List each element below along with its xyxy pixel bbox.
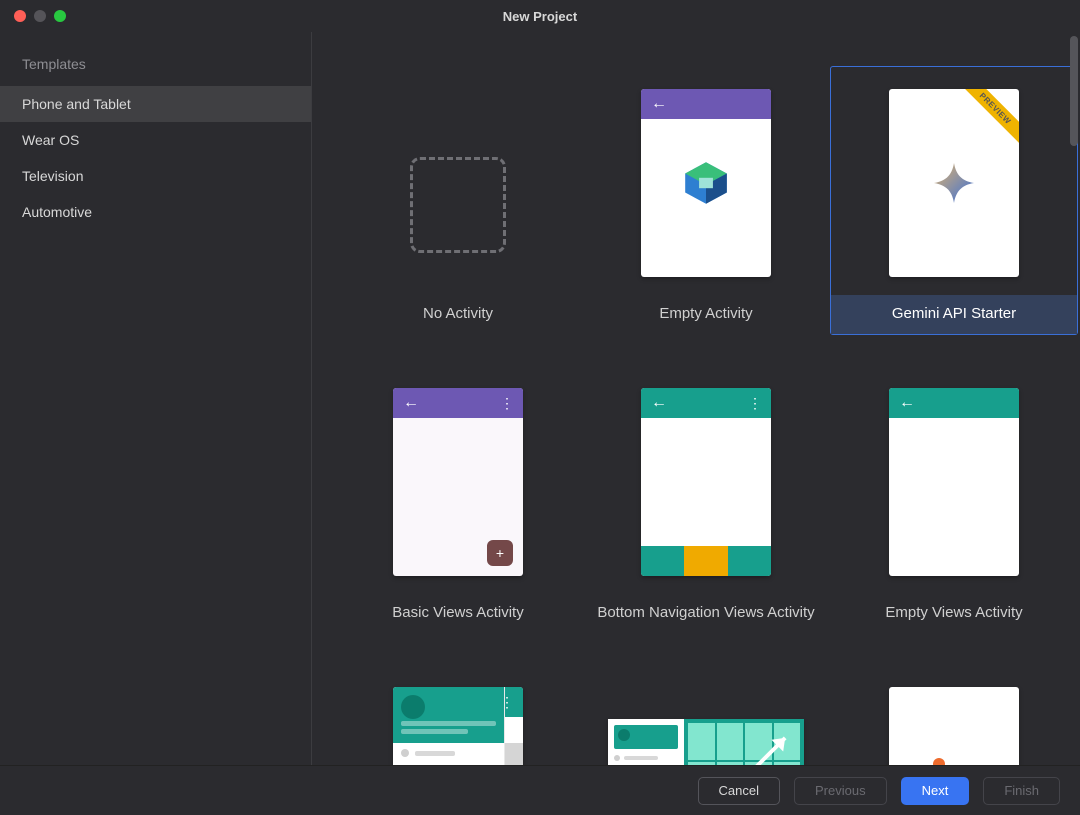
next-button[interactable]: Next [901, 777, 970, 805]
finish-button: Finish [983, 777, 1060, 805]
nav-drawer-preview [393, 687, 505, 765]
template-card-navigation-drawer[interactable]: ⋮ [334, 664, 582, 765]
dashed-placeholder-icon [410, 157, 506, 253]
sidebar-item-label: Wear OS [22, 132, 79, 148]
button-label: Next [922, 783, 949, 798]
template-card-responsive-views[interactable] [582, 664, 830, 765]
previous-button: Previous [794, 777, 887, 805]
vertical-scrollbar[interactable] [1070, 36, 1078, 146]
template-label: Empty Views Activity [831, 594, 1077, 633]
template-card-empty-activity[interactable]: ← Empty Activity [582, 66, 830, 335]
minimize-window-button[interactable] [34, 10, 46, 22]
responsive-grid-icon [684, 719, 804, 765]
sidebar-item-wear-os[interactable]: Wear OS [0, 122, 311, 158]
dialog-footer: Cancel Previous Next Finish [0, 765, 1080, 815]
template-label: Basic Views Activity [335, 594, 581, 633]
overflow-menu-icon: ⋮ [500, 395, 513, 412]
template-card-gemini-api-starter[interactable]: PREVIEW Gemini API Starter [830, 66, 1078, 335]
sidebar-item-phone-and-tablet[interactable]: Phone and Tablet [0, 86, 311, 122]
template-label: Gemini API Starter [831, 295, 1077, 334]
zoom-window-button[interactable] [54, 10, 66, 22]
button-label: Previous [815, 783, 866, 798]
gemini-star-icon [934, 163, 974, 203]
sidebar-item-label: Automotive [22, 204, 92, 220]
gamepad-icon [919, 758, 989, 765]
back-arrow-icon: ← [403, 394, 419, 412]
preview-badge: PREVIEW [951, 89, 1019, 152]
back-arrow-icon: ← [651, 95, 667, 113]
sidebar-item-label: Phone and Tablet [22, 96, 131, 112]
titlebar: New Project [0, 0, 1080, 32]
resize-arrow-icon [695, 730, 793, 765]
template-card-empty-views-activity[interactable]: ← Empty Views Activity [830, 365, 1078, 634]
back-arrow-icon: ← [651, 394, 667, 412]
template-label: Empty Activity [583, 295, 829, 334]
template-card-no-activity[interactable]: No Activity [334, 66, 582, 335]
template-label: Bottom Navigation Views Activity [583, 594, 829, 633]
tablet-sidebar-preview [608, 719, 684, 765]
fab-add-icon: + [487, 540, 513, 566]
cancel-button[interactable]: Cancel [698, 777, 780, 805]
compose-logo-icon [680, 157, 732, 209]
template-label: No Activity [335, 295, 581, 334]
window-title: New Project [503, 9, 577, 24]
template-card-basic-views-activity[interactable]: ← ⋮ + Basic Views Activity [334, 365, 582, 634]
sidebar-item-label: Television [22, 168, 83, 184]
sidebar-item-automotive[interactable]: Automotive [0, 194, 311, 230]
templates-sidebar: Templates Phone and Tablet Wear OS Telev… [0, 32, 312, 765]
close-window-button[interactable] [14, 10, 26, 22]
bottom-nav-icon [641, 546, 771, 576]
template-gallery: No Activity ← Empty Activity [312, 32, 1080, 765]
sidebar-title: Templates [0, 56, 311, 86]
window-controls [14, 10, 66, 22]
template-card-game-activity[interactable] [830, 664, 1078, 765]
template-card-bottom-navigation-views-activity[interactable]: ← ⋮ Bottom Navigation Views Activity [582, 365, 830, 634]
sidebar-item-television[interactable]: Television [0, 158, 311, 194]
button-label: Cancel [719, 783, 759, 798]
overflow-menu-icon: ⋮ [748, 395, 761, 412]
button-label: Finish [1004, 783, 1039, 798]
back-arrow-icon: ← [899, 394, 915, 412]
